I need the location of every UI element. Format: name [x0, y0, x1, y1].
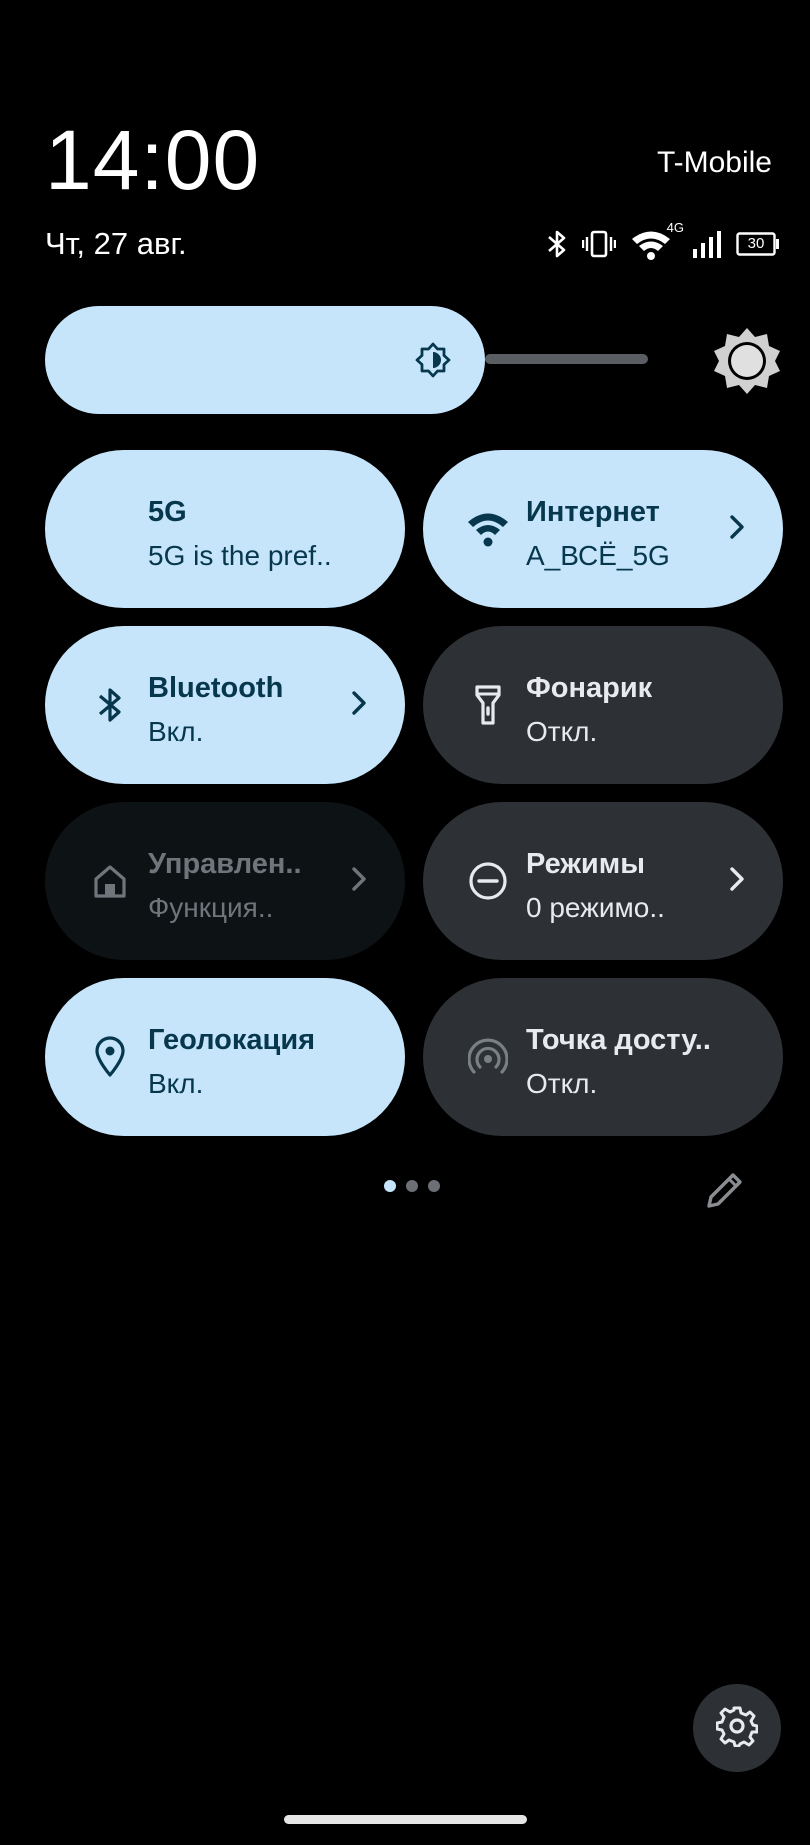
- flashlight-icon: [463, 680, 513, 730]
- tile-subtitle: Функция..: [148, 892, 274, 923]
- settings-button[interactable]: [693, 1684, 781, 1772]
- status-icons: 4G 30: [546, 220, 780, 262]
- chevron-right-icon: [349, 864, 369, 899]
- tile-title: Геолокация: [148, 1024, 316, 1056]
- tile-flashlight[interactable]: Фонарик Откл.: [423, 626, 783, 784]
- hotspot-icon: [463, 1032, 513, 1082]
- signal-icon: [692, 229, 722, 259]
- tile-5g[interactable]: 5G 5G is the pref..: [45, 450, 405, 608]
- brightness-icon: [415, 342, 451, 383]
- home-icon: [85, 856, 135, 906]
- date-label: Чт, 27 авг.: [45, 226, 187, 261]
- tile-title: Bluetooth: [148, 672, 284, 704]
- wifi-icon: [463, 504, 513, 554]
- tile-title: Точка досту..: [526, 1024, 711, 1056]
- tile-subtitle: Откл.: [526, 716, 598, 747]
- page-indicator: [384, 1180, 440, 1192]
- brightness-slider[interactable]: [45, 306, 485, 414]
- tile-title: Интернет: [526, 496, 660, 528]
- tile-title: 5G: [148, 496, 187, 528]
- tile-title: Режимы: [526, 848, 645, 880]
- auto-brightness-icon[interactable]: [712, 326, 782, 401]
- wifi-icon: 4G: [630, 220, 684, 260]
- tile-title: Управлен..: [148, 848, 302, 880]
- battery-icon: 30: [736, 232, 780, 256]
- bluetooth-icon: [546, 228, 568, 260]
- chevron-right-icon: [727, 512, 747, 547]
- gear-icon: [715, 1705, 759, 1752]
- chevron-right-icon: [349, 688, 369, 723]
- chevron-right-icon: [727, 864, 747, 899]
- page-dot: [384, 1180, 396, 1192]
- tile-hotspot[interactable]: Точка досту.. Откл.: [423, 978, 783, 1136]
- battery-level: 30: [747, 235, 765, 252]
- tile-subtitle: Откл.: [526, 1068, 598, 1099]
- tile-internet[interactable]: Интернет A_ВСЁ_5G: [423, 450, 783, 608]
- tile-subtitle: A_ВСЁ_5G: [526, 540, 670, 571]
- page-dot: [406, 1180, 418, 1192]
- carrier-name: T-Mobile: [656, 146, 772, 179]
- clock: 14:00: [45, 113, 261, 207]
- bluetooth-icon: [85, 680, 135, 730]
- network-type-badge: 4G: [666, 220, 684, 235]
- tile-bluetooth[interactable]: Bluetooth Вкл.: [45, 626, 405, 784]
- tile-subtitle: Вкл.: [148, 716, 204, 747]
- tile-modes[interactable]: Режимы 0 режимо..: [423, 802, 783, 960]
- home-indicator[interactable]: [284, 1815, 527, 1824]
- brightness-track[interactable]: [485, 354, 648, 364]
- tile-home-control[interactable]: Управлен.. Функция..: [45, 802, 405, 960]
- tile-title: Фонарик: [526, 672, 653, 704]
- vibrate-icon: [582, 229, 616, 259]
- tile-location[interactable]: Геолокация Вкл.: [45, 978, 405, 1136]
- page-dot: [428, 1180, 440, 1192]
- edit-pencil-icon[interactable]: [703, 1168, 747, 1217]
- tile-subtitle: Вкл.: [148, 1068, 204, 1099]
- tile-subtitle: 5G is the pref..: [148, 540, 332, 571]
- do-not-disturb-icon: [463, 856, 513, 906]
- location-pin-icon: [85, 1032, 135, 1082]
- tile-subtitle: 0 режимо..: [526, 892, 665, 923]
